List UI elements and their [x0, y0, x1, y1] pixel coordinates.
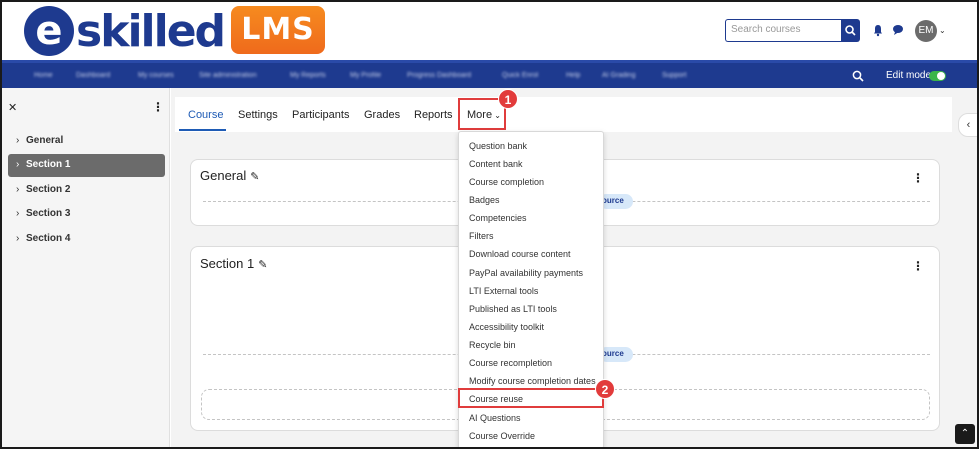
drawer-item-section-3[interactable]: › Section 3 — [8, 203, 165, 226]
active-tab-indicator — [179, 129, 226, 131]
chevron-down-icon[interactable]: ⌄ — [939, 26, 946, 35]
menu-item-ai-questions[interactable]: AI Questions — [469, 413, 521, 423]
eskilled-logo[interactable]: e skilled — [24, 5, 226, 57]
section-title-general: General ✎ — [200, 168, 259, 183]
notification-bell-icon[interactable] — [871, 22, 885, 38]
drawer-item-general[interactable]: › General — [8, 130, 165, 153]
user-avatar[interactable]: EM — [915, 20, 937, 42]
nav-item[interactable]: AI Grading — [602, 72, 635, 80]
tab-more-label: More — [467, 109, 493, 121]
close-icon[interactable]: ✕ — [8, 101, 17, 114]
chevron-down-icon: ⌄ — [492, 111, 501, 120]
screenshot-frame: e skilled LMS Search courses EM ⌄ Home D… — [0, 0, 979, 449]
drawer-item-section-2[interactable]: › Section 2 — [8, 179, 165, 202]
step-1-badge: 1 — [498, 89, 518, 109]
scroll-to-top-button[interactable]: ⌃ — [955, 424, 975, 444]
drawer-item-label: Section 1 — [26, 159, 71, 170]
tab-course[interactable]: Course — [188, 109, 223, 121]
menu-item-paypal-availability-payments[interactable]: PayPal availability payments — [469, 268, 583, 278]
menu-item-course-recompletion[interactable]: Course recompletion — [469, 358, 552, 368]
drawer-item-label: Section 3 — [26, 208, 71, 219]
menu-item-content-bank[interactable]: Content bank — [469, 159, 523, 169]
menu-item-competencies[interactable]: Competencies — [469, 213, 527, 223]
messages-icon[interactable] — [891, 22, 905, 38]
restriction-pill: ource — [599, 194, 633, 209]
logo-e-mark: e — [24, 6, 74, 56]
nav-item[interactable]: My Profile — [350, 72, 381, 80]
tab-settings[interactable]: Settings — [238, 109, 278, 121]
chevron-right-icon: › — [16, 208, 20, 219]
drawer-item-label: General — [26, 135, 64, 146]
drawer-item-label: Section 4 — [26, 233, 71, 244]
step-2-badge: 2 — [595, 379, 615, 399]
primary-navigation: Home Dashboard My courses Site administr… — [2, 60, 977, 88]
chevron-left-icon: ‹ — [966, 119, 971, 131]
tab-reports[interactable]: Reports — [414, 109, 453, 121]
menu-item-download-course-content[interactable]: Download course content — [469, 249, 571, 259]
search-icon[interactable] — [852, 70, 864, 82]
logo-wordmark: skilled — [76, 5, 226, 57]
nav-item[interactable]: Quick Enrol — [502, 72, 538, 80]
drawer-item-section-4[interactable]: › Section 4 — [8, 228, 165, 251]
search-button[interactable] — [841, 19, 860, 42]
pencil-icon[interactable]: ✎ — [258, 259, 267, 271]
menu-item-course-override[interactable]: Course Override — [469, 431, 535, 441]
tab-grades[interactable]: Grades — [364, 109, 400, 121]
menu-item-modify-course-completion-dates[interactable]: Modify course completion dates — [469, 376, 596, 386]
menu-item-course-completion[interactable]: Course completion — [469, 177, 544, 187]
section-title-text: General — [200, 168, 247, 183]
lms-badge: LMS — [231, 6, 325, 54]
nav-item[interactable]: Support — [662, 72, 687, 80]
chevron-right-icon: › — [16, 184, 20, 195]
pencil-icon[interactable]: ✎ — [250, 171, 259, 183]
menu-item-filters[interactable]: Filters — [469, 231, 494, 241]
drawer-item-label: Section 2 — [26, 184, 71, 195]
search-input[interactable]: Search courses — [725, 19, 842, 42]
edit-mode-toggle[interactable] — [929, 71, 946, 81]
tab-more[interactable]: More ⌄ — [467, 109, 501, 121]
chevron-right-icon: › — [16, 135, 20, 146]
chevron-right-icon: › — [16, 233, 20, 244]
edit-mode-label: Edit mode — [886, 70, 932, 81]
nav-item[interactable]: Help — [566, 72, 580, 80]
nav-item[interactable]: Site administration — [199, 72, 257, 80]
nav-item[interactable]: Progress Dashboard — [407, 72, 471, 80]
restriction-pill: ource — [599, 347, 633, 362]
menu-item-recycle-bin[interactable]: Recycle bin — [469, 340, 516, 350]
section-title-text: Section 1 — [200, 256, 255, 271]
section-title-section-1: Section 1 ✎ — [200, 256, 267, 271]
kebab-menu-icon[interactable]: ⋮ — [152, 100, 164, 114]
open-block-drawer-button[interactable]: ‹ — [958, 113, 977, 137]
nav-item[interactable]: Home — [34, 72, 53, 80]
menu-item-accessibility-toolkit[interactable]: Accessibility toolkit — [469, 322, 544, 332]
menu-item-lti-external-tools[interactable]: LTI External tools — [469, 286, 538, 296]
tab-participants[interactable]: Participants — [292, 109, 349, 121]
nav-item[interactable]: My courses — [138, 72, 174, 80]
search-icon — [845, 25, 856, 36]
menu-item-badges[interactable]: Badges — [469, 195, 500, 205]
nav-item[interactable]: Dashboard — [76, 72, 110, 80]
chevron-up-icon: ⌃ — [960, 428, 970, 439]
menu-item-published-as-lti-tools[interactable]: Published as LTI tools — [469, 304, 557, 314]
chevron-right-icon: › — [16, 159, 20, 170]
nav-item[interactable]: My Reports — [290, 72, 326, 80]
menu-item-question-bank[interactable]: Question bank — [469, 141, 527, 151]
site-header: e skilled LMS Search courses EM ⌄ — [2, 2, 977, 60]
kebab-menu-icon[interactable]: ⋮ — [912, 259, 924, 273]
drawer-item-section-1[interactable]: › Section 1 — [8, 154, 165, 177]
course-reuse-highlight — [458, 388, 604, 408]
kebab-menu-icon[interactable]: ⋮ — [912, 171, 924, 185]
